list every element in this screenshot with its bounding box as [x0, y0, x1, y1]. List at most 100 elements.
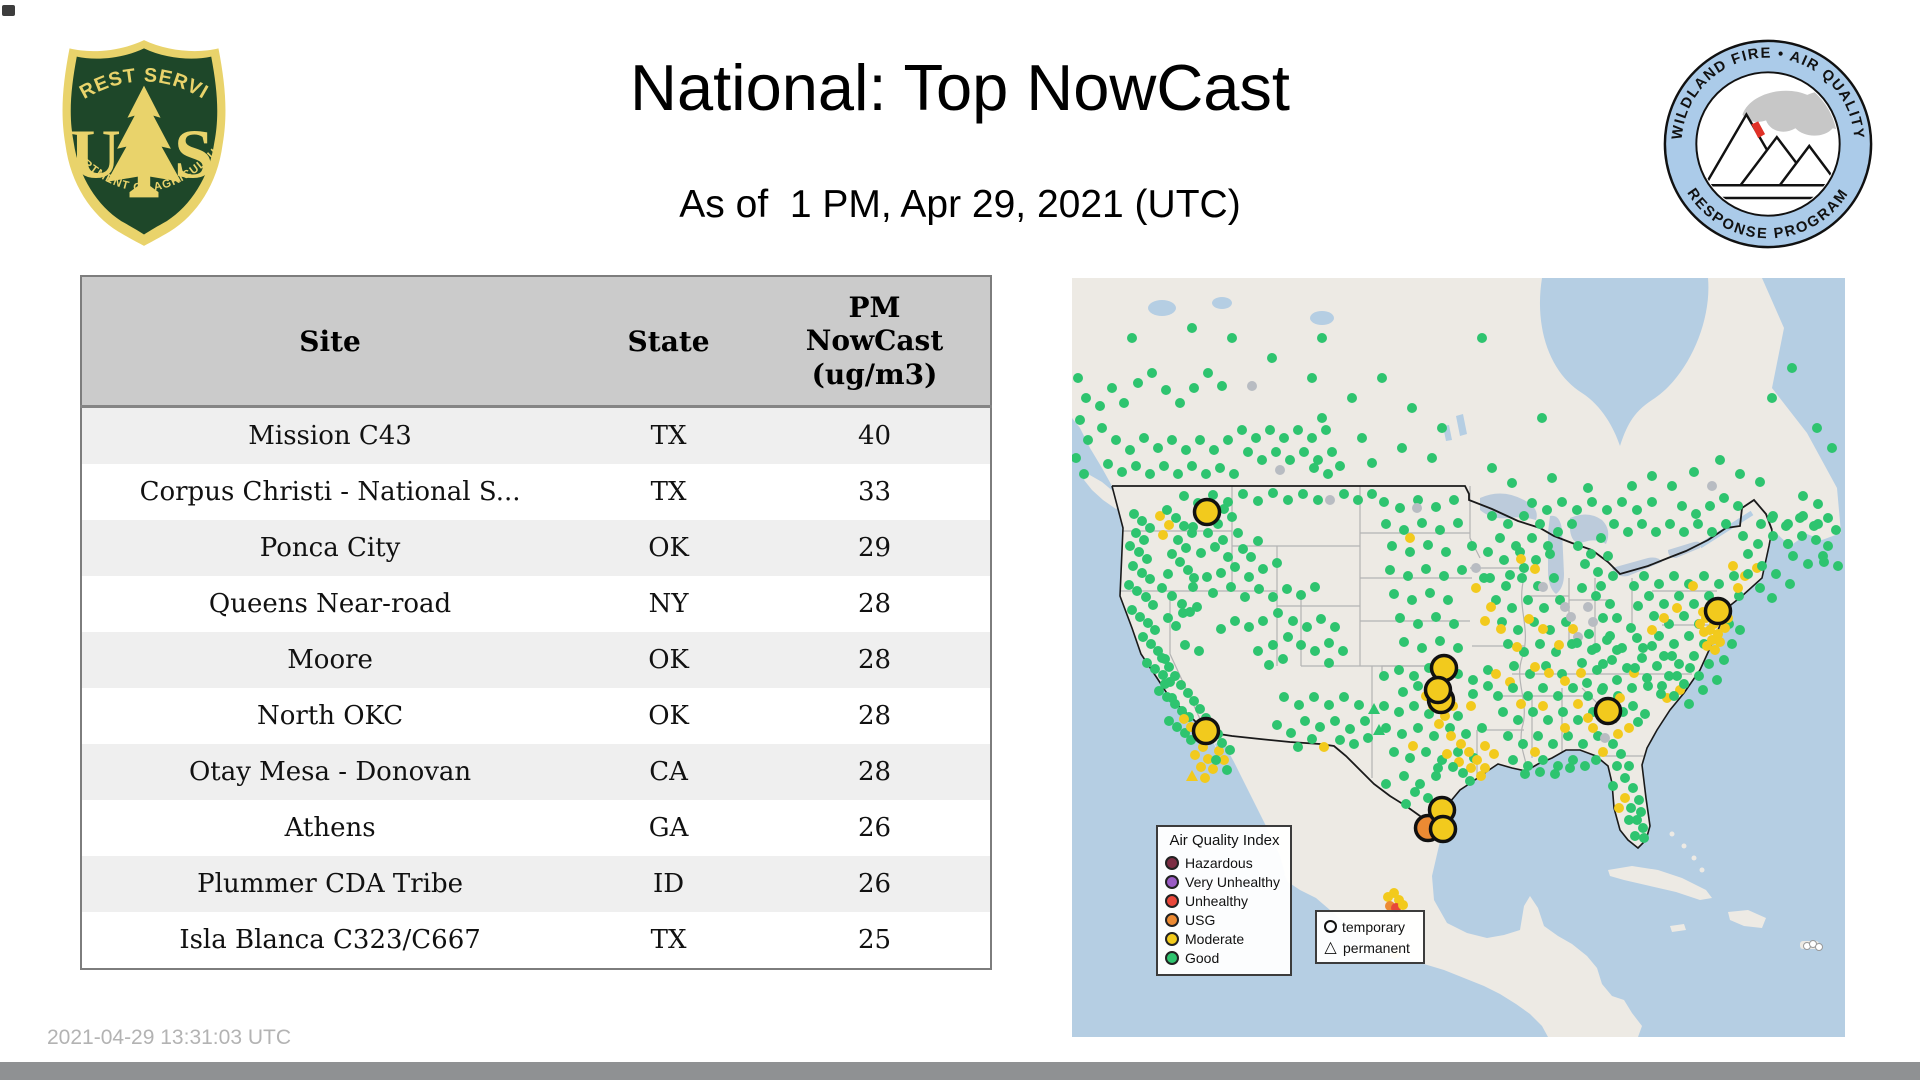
monitor-dot[interactable] — [1164, 662, 1174, 672]
monitor-dot[interactable] — [1135, 612, 1145, 622]
monitor-dot[interactable] — [1472, 755, 1482, 765]
monitor-dot[interactable] — [1431, 502, 1441, 512]
monitor-dot[interactable] — [1530, 747, 1540, 757]
monitor-dot[interactable] — [1813, 499, 1823, 509]
monitor-dot[interactable] — [1767, 393, 1777, 403]
monitor-dot[interactable] — [1503, 731, 1513, 741]
monitor-dot[interactable] — [1719, 493, 1729, 503]
monitor-dot[interactable] — [1538, 683, 1548, 693]
monitor-dot[interactable] — [1095, 401, 1105, 411]
monitor-dot[interactable] — [1659, 613, 1669, 623]
monitor-dot[interactable] — [1493, 691, 1503, 701]
monitor-dot[interactable] — [1489, 749, 1499, 759]
monitor-dot[interactable] — [1600, 733, 1610, 743]
monitor-dot[interactable] — [1535, 519, 1545, 529]
monitor-dot[interactable] — [1217, 738, 1227, 748]
monitor-dot[interactable] — [1127, 605, 1137, 615]
monitor-dot[interactable] — [1827, 443, 1837, 453]
table-row[interactable]: Mission C43 TX 40 — [81, 407, 991, 465]
monitor-dot[interactable] — [1614, 803, 1624, 813]
monitor-dot[interactable] — [1286, 728, 1296, 738]
monitor-dot[interactable] — [1583, 713, 1593, 723]
monitor-dot[interactable] — [1223, 552, 1233, 562]
monitor-dot[interactable] — [1338, 646, 1348, 656]
monitor-dot[interactable] — [1275, 465, 1285, 475]
monitor-dot[interactable] — [1244, 572, 1254, 582]
monitor-dot[interactable] — [1103, 459, 1113, 469]
monitor-dot[interactable] — [1230, 562, 1240, 572]
monitor-dot[interactable] — [1542, 505, 1552, 515]
monitor-dot[interactable] — [1405, 533, 1415, 543]
monitor-dot[interactable] — [1632, 633, 1642, 643]
monitor-dot[interactable] — [1339, 692, 1349, 702]
monitor-dot[interactable] — [1613, 729, 1623, 739]
monitor-dot[interactable] — [1394, 707, 1404, 717]
monitor-dot[interactable] — [1693, 519, 1703, 529]
monitor-dot[interactable] — [1588, 617, 1598, 627]
monitor-dot[interactable] — [1647, 641, 1657, 651]
monitor-dot[interactable] — [1238, 544, 1248, 554]
top-site-marker[interactable] — [1426, 678, 1451, 703]
monitor-dot[interactable] — [1509, 661, 1519, 671]
monitor-dot[interactable] — [1449, 619, 1459, 629]
monitor-dot[interactable] — [1321, 425, 1331, 435]
monitor-dot[interactable] — [1417, 643, 1427, 653]
monitor-dot[interactable] — [1139, 433, 1149, 443]
monitor-dot[interactable] — [1520, 769, 1530, 779]
monitor-dot[interactable] — [1596, 533, 1606, 543]
monitor-dot[interactable] — [1580, 761, 1590, 771]
monitor-dot[interactable] — [1647, 471, 1657, 481]
monitor-dot[interactable] — [1335, 735, 1345, 745]
monitor-dot[interactable] — [1605, 599, 1615, 609]
monitor-dot[interactable] — [1664, 671, 1674, 681]
monitor-dot[interactable] — [1638, 823, 1648, 833]
monitor-dot[interactable] — [1729, 571, 1739, 581]
monitor-dot[interactable] — [1547, 473, 1557, 483]
monitor-dot[interactable] — [1557, 497, 1567, 507]
monitor-dot[interactable] — [1523, 595, 1533, 605]
monitor-dot[interactable] — [1483, 547, 1493, 557]
monitor-dot[interactable] — [1456, 739, 1466, 749]
monitor-dot[interactable] — [1813, 519, 1823, 529]
monitor-dot[interactable] — [1468, 689, 1478, 699]
monitor-dot[interactable] — [1573, 699, 1583, 709]
monitor-dot[interactable] — [1572, 638, 1582, 648]
monitor-dot[interactable] — [1268, 640, 1278, 650]
monitor-dot[interactable] — [1294, 700, 1304, 710]
monitor-dot[interactable] — [1148, 600, 1158, 610]
monitor-dot[interactable] — [1218, 535, 1228, 545]
monitor-dot[interactable] — [1787, 363, 1797, 373]
monitor-dot[interactable] — [1738, 531, 1748, 541]
monitor-dot[interactable] — [1568, 683, 1578, 693]
monitor-dot[interactable] — [1127, 333, 1137, 343]
monitor-dot[interactable] — [1257, 455, 1267, 465]
monitor-dot[interactable] — [1608, 781, 1618, 791]
monitor-dot[interactable] — [1501, 581, 1511, 591]
monitor-dot[interactable] — [1461, 729, 1471, 739]
monitor-dot[interactable] — [1446, 731, 1456, 741]
monitor-dot[interactable] — [1783, 519, 1793, 529]
monitor-dot[interactable] — [1654, 579, 1664, 589]
monitor-dot[interactable] — [1721, 519, 1731, 529]
monitor-dot[interactable] — [1217, 381, 1227, 391]
monitor-dot[interactable] — [1798, 491, 1808, 501]
monitor-dot[interactable] — [1272, 558, 1282, 568]
monitor-dot[interactable] — [1409, 701, 1419, 711]
monitor-dot[interactable] — [1768, 531, 1778, 541]
monitor-dot[interactable] — [1222, 765, 1232, 775]
monitor-dot[interactable] — [1279, 692, 1289, 702]
monitor-dot[interactable] — [1565, 763, 1575, 773]
monitor-dot[interactable] — [1194, 646, 1204, 656]
monitor-dot[interactable] — [1398, 900, 1408, 910]
monitor-dot[interactable] — [1145, 574, 1155, 584]
monitor-dot[interactable] — [1755, 477, 1765, 487]
monitor-dot[interactable] — [1170, 671, 1180, 681]
table-row[interactable]: Queens Near-road NY 28 — [81, 576, 991, 632]
monitor-dot[interactable] — [1223, 435, 1233, 445]
monitor-dot[interactable] — [1196, 762, 1206, 772]
monitor-dot[interactable] — [1421, 564, 1431, 574]
top-site-marker[interactable] — [1195, 500, 1220, 525]
monitor-dot[interactable] — [1483, 681, 1493, 691]
monitor-dot[interactable] — [1279, 433, 1289, 443]
monitor-dot[interactable] — [1379, 701, 1389, 711]
